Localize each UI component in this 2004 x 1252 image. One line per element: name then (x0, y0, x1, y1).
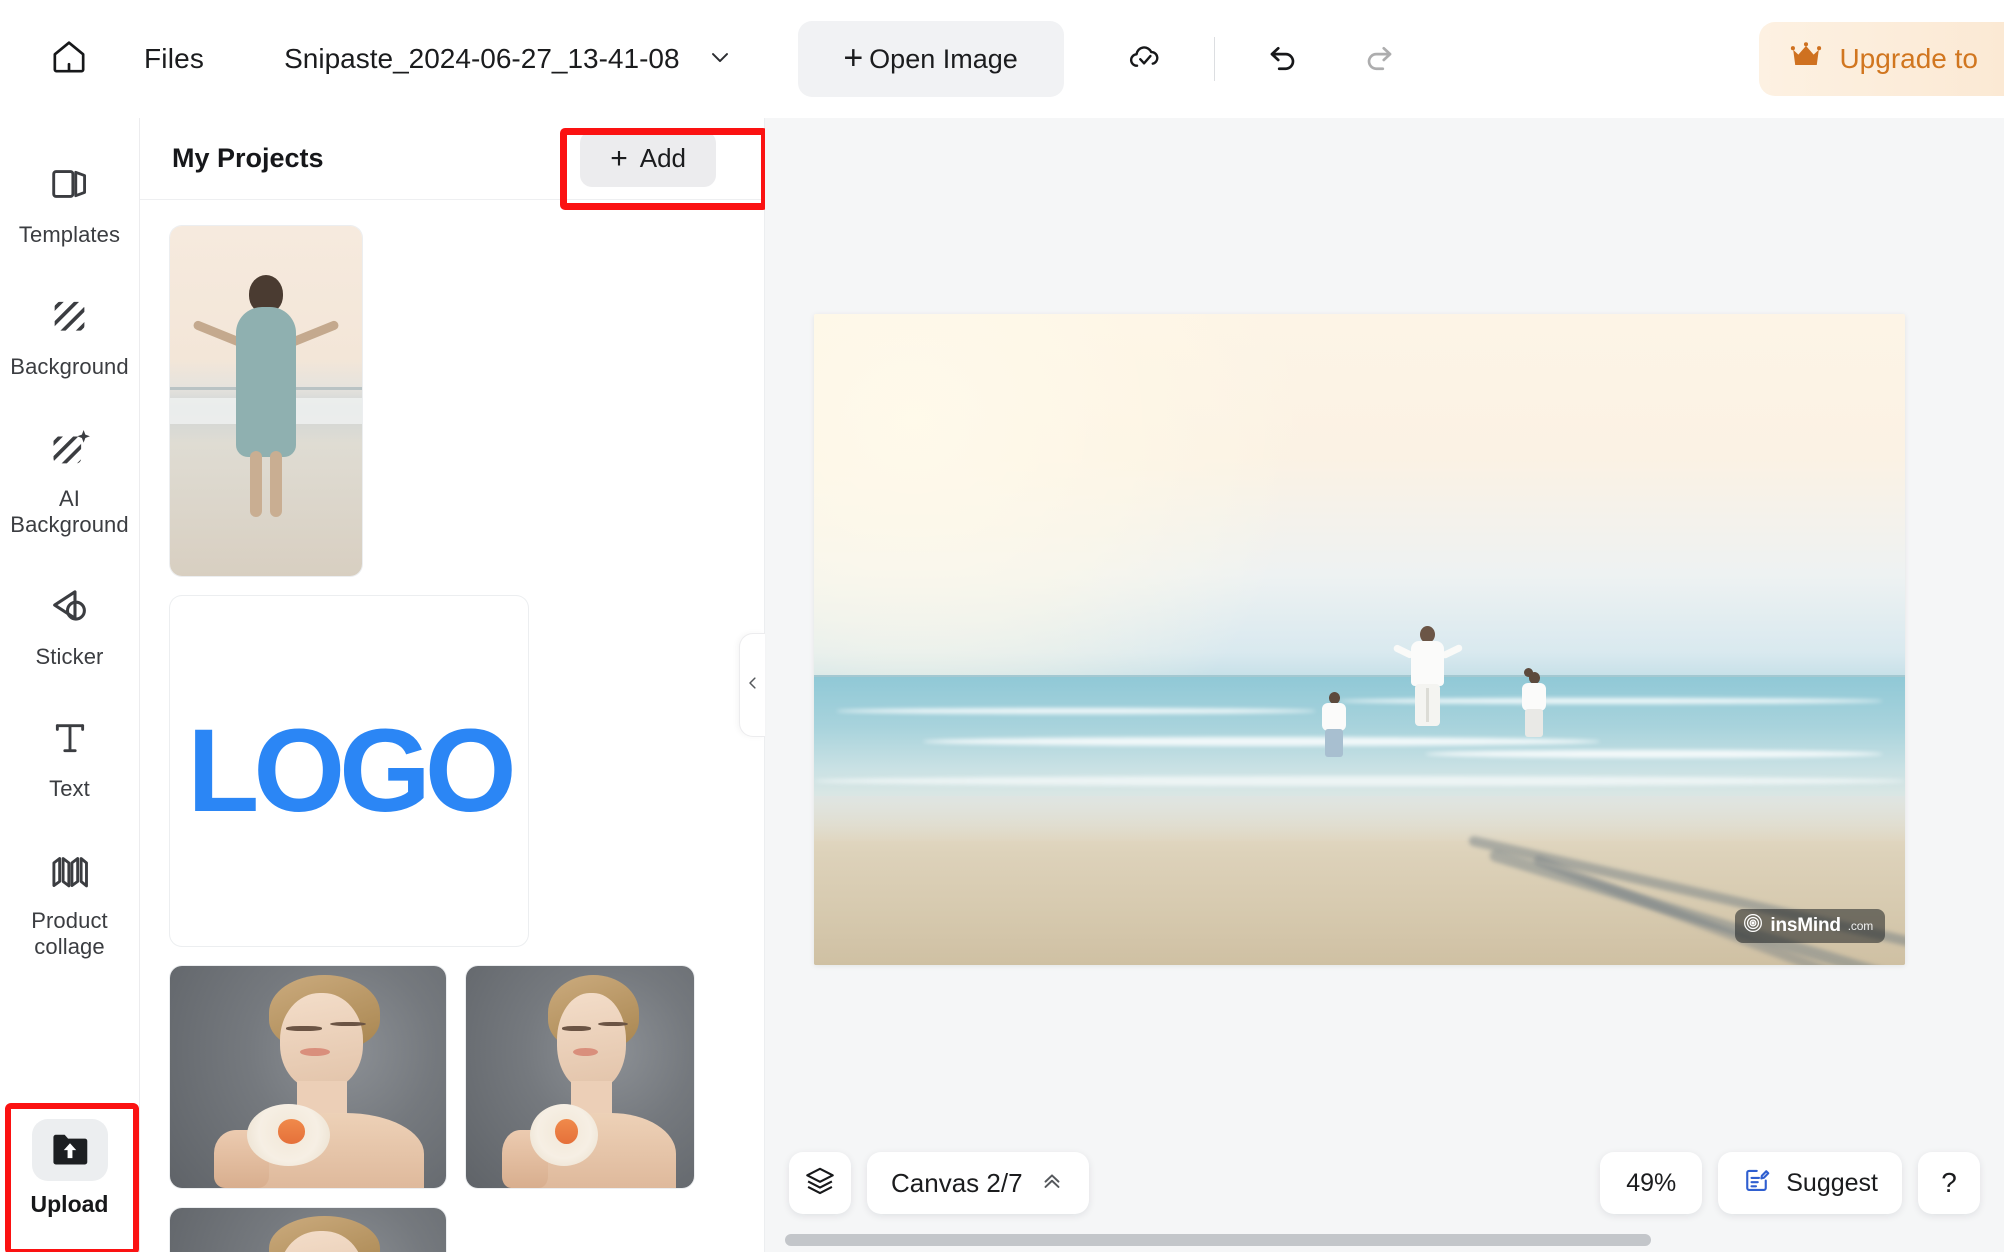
cloud-check-icon (1126, 38, 1164, 81)
layers-icon (803, 1164, 837, 1203)
sidebar-item-ai-background[interactable]: AI Background (9, 408, 131, 548)
canvas-image[interactable]: insMind .com (814, 314, 1905, 965)
panel-title: My Projects (172, 143, 324, 173)
plus-icon: + (610, 141, 628, 175)
watermark-text: insMind (1770, 915, 1841, 936)
editor-body: Templates Background AI Background Stick… (0, 118, 2004, 1252)
sidebar-item-text[interactable]: Text (9, 698, 131, 812)
horizon-line (814, 675, 1905, 678)
panel-collapse-button[interactable] (739, 633, 765, 737)
canvas-label: Canvas 2/7 (891, 1167, 1023, 1198)
project-thumbnail-portrait-2[interactable] (466, 966, 694, 1188)
suggest-button[interactable]: Suggest (1718, 1152, 1902, 1214)
hatch-square-icon (44, 290, 96, 342)
bottom-right-controls: 49% Suggest ? (1600, 1152, 1980, 1214)
undo-icon (1264, 38, 1302, 81)
text-t-icon (44, 712, 96, 764)
sidebar-item-templates[interactable]: Templates (9, 144, 131, 258)
note-edit-icon (1742, 1165, 1772, 1202)
hatch-sparkle-icon (44, 422, 96, 474)
project-thumbnail-portrait-1[interactable] (170, 966, 446, 1188)
wave (835, 707, 1316, 714)
project-thumbnail-grid: LOGO (170, 226, 734, 1252)
cloud-save-button[interactable] (1116, 30, 1174, 88)
layers-button[interactable] (789, 1152, 851, 1214)
project-thumbnail-logo[interactable]: LOGO (170, 596, 528, 946)
files-link[interactable]: Files (144, 43, 204, 75)
document-title-dropdown[interactable] (706, 43, 734, 76)
add-button-label: Add (639, 143, 686, 173)
sidebar-item-label: Background (10, 353, 129, 379)
templates-icon (44, 158, 96, 210)
upload-section: Upload (3, 1103, 139, 1252)
thumbnail-artwork (170, 966, 446, 1188)
logo-text: LOGO (187, 704, 516, 837)
bottom-left-controls: Canvas 2/7 (789, 1152, 1089, 1214)
chevron-down-icon (706, 43, 734, 76)
project-thumbnail-portrait-3[interactable] (170, 1208, 446, 1252)
my-projects-panel: My Projects + Add LOGO (140, 118, 768, 1252)
crown-icon (1789, 41, 1823, 78)
redo-button[interactable] (1351, 31, 1407, 87)
wet-sand (814, 795, 1905, 842)
sidebar-item-background[interactable]: Background (9, 276, 131, 390)
collage-icon (44, 844, 96, 896)
sidebar-item-upload[interactable]: Upload (15, 1119, 125, 1218)
upload-label: Upload (30, 1191, 109, 1217)
sidebar-item-label: AI Background (10, 485, 129, 537)
help-button[interactable]: ? (1918, 1152, 1980, 1214)
chevron-double-up-icon (1039, 1167, 1065, 1200)
add-project-button[interactable]: + Add (580, 130, 716, 187)
thumbnail-artwork (170, 1208, 446, 1252)
sidebar-item-label: Text (49, 775, 90, 801)
plus-icon: + (843, 39, 864, 77)
question-mark-icon: ? (1941, 1167, 1957, 1198)
thumbnail-artwork (170, 226, 362, 576)
scrollbar-thumb[interactable] (785, 1234, 1652, 1246)
insmind-spiral-icon (1743, 913, 1763, 939)
document-title: Snipaste_2024-06-27_13-41-08 (284, 43, 680, 74)
home-button[interactable] (38, 28, 100, 90)
undo-button[interactable] (1255, 31, 1311, 87)
zoom-level-button[interactable]: 49% (1600, 1152, 1703, 1214)
folder-upload-icon (31, 1119, 108, 1181)
open-image-button[interactable]: + Open Image (797, 21, 1064, 97)
suggest-label: Suggest (1786, 1168, 1878, 1197)
sticker-icon (44, 580, 96, 632)
home-icon (49, 37, 89, 82)
sidebar-item-sticker[interactable]: Sticker (9, 566, 131, 680)
projects-scroll-area[interactable]: LOGO (140, 200, 764, 1252)
sidebar-item-label: Sticker (35, 643, 104, 669)
open-image-label: Open Image (869, 43, 1018, 74)
upgrade-button[interactable]: Upgrade to (1759, 22, 2004, 96)
zoom-level-label: 49% (1626, 1168, 1677, 1197)
insmind-editor-window: Files Snipaste_2024-06-27_13-41-08 + Ope… (0, 0, 2004, 1252)
sun-glow (814, 314, 1382, 731)
sidebar-item-product-collage[interactable]: Product collage (9, 830, 131, 970)
top-toolbar: Files Snipaste_2024-06-27_13-41-08 + Ope… (0, 0, 2004, 118)
chevron-left-icon (744, 674, 762, 697)
project-thumbnail-woman-beach[interactable] (170, 226, 362, 576)
panel-header: My Projects + Add (140, 118, 768, 210)
tool-rail: Templates Background AI Background Stick… (0, 118, 140, 1252)
thumbnail-artwork (466, 966, 694, 1188)
sidebar-item-label: Product collage (31, 907, 108, 959)
insmind-watermark: insMind .com (1735, 909, 1885, 943)
redo-icon (1360, 38, 1398, 81)
canvas-selector-button[interactable]: Canvas 2/7 (867, 1152, 1089, 1214)
canvas-stage[interactable]: insMind .com Canvas 2/7 49% Suggest ? (765, 118, 2004, 1252)
canvas-horizontal-scrollbar[interactable] (785, 1234, 1988, 1246)
watermark-suffix: .com (1847, 919, 1873, 933)
toolbar-divider (1213, 37, 1215, 81)
upgrade-label: Upgrade to (1839, 43, 1978, 74)
sidebar-item-label: Templates (18, 222, 121, 247)
